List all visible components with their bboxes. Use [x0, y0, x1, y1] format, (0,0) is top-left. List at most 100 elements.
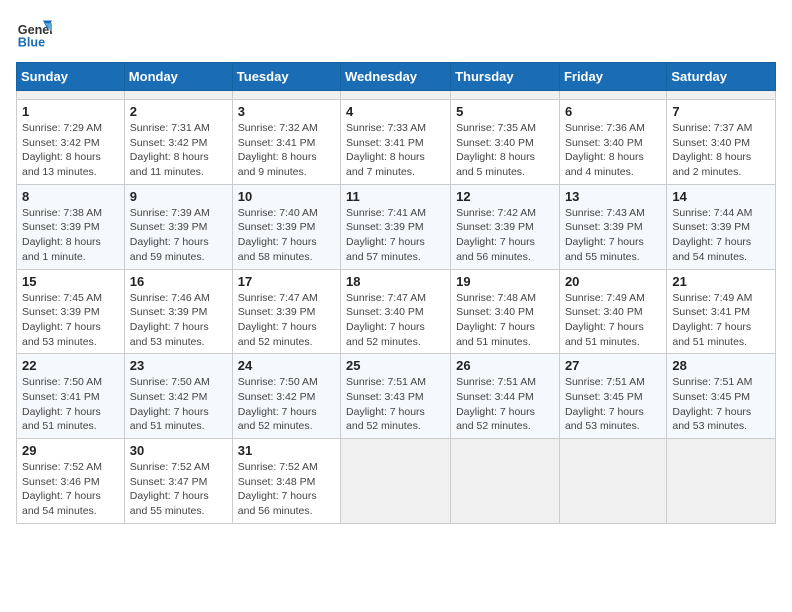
- day-number: 4: [346, 104, 445, 119]
- day-number: 21: [672, 274, 770, 289]
- day-number: 13: [565, 189, 661, 204]
- day-info: Sunrise: 7:37 AMSunset: 3:40 PMDaylight:…: [672, 121, 770, 180]
- day-info: Sunrise: 7:31 AMSunset: 3:42 PMDaylight:…: [130, 121, 227, 180]
- day-info: Sunrise: 7:49 AMSunset: 3:41 PMDaylight:…: [672, 291, 770, 350]
- day-info: Sunrise: 7:29 AMSunset: 3:42 PMDaylight:…: [22, 121, 119, 180]
- day-info: Sunrise: 7:47 AMSunset: 3:40 PMDaylight:…: [346, 291, 445, 350]
- day-number: 30: [130, 443, 227, 458]
- day-cell: 8 Sunrise: 7:38 AMSunset: 3:39 PMDaylight…: [17, 184, 125, 269]
- day-cell: [667, 91, 776, 100]
- day-cell: 27 Sunrise: 7:51 AMSunset: 3:45 PMDayligh…: [559, 354, 666, 439]
- day-number: 3: [238, 104, 335, 119]
- day-cell: [451, 439, 560, 524]
- day-cell: [667, 439, 776, 524]
- day-cell: [232, 91, 340, 100]
- day-cell: 29 Sunrise: 7:52 AMSunset: 3:46 PMDayligh…: [17, 439, 125, 524]
- day-info: Sunrise: 7:51 AMSunset: 3:45 PMDaylight:…: [672, 375, 770, 434]
- day-info: Sunrise: 7:48 AMSunset: 3:40 PMDaylight:…: [456, 291, 554, 350]
- day-info: Sunrise: 7:52 AMSunset: 3:48 PMDaylight:…: [238, 460, 335, 519]
- day-number: 11: [346, 189, 445, 204]
- day-cell: 17Sunrise: 7:47 AMSunset: 3:39 PMDayligh…: [232, 269, 340, 354]
- day-number: 10: [238, 189, 335, 204]
- day-info: Sunrise: 7:40 AMSunset: 3:39 PMDaylight:…: [238, 206, 335, 265]
- day-number: 24: [238, 358, 335, 373]
- day-cell: [559, 439, 666, 524]
- day-info: Sunrise: 7:50 AMSunset: 3:41 PMDaylight:…: [22, 375, 119, 434]
- day-cell: 18Sunrise: 7:47 AMSunset: 3:40 PMDayligh…: [341, 269, 451, 354]
- day-info: Sunrise: 7:52 AMSunset: 3:47 PMDaylight:…: [130, 460, 227, 519]
- day-number: 6: [565, 104, 661, 119]
- day-cell: 15Sunrise: 7:45 AMSunset: 3:39 PMDayligh…: [17, 269, 125, 354]
- day-number: 29: [22, 443, 119, 458]
- logo-icon: General Blue: [16, 16, 52, 52]
- day-cell: 1 Sunrise: 7:29 AMSunset: 3:42 PMDaylight…: [17, 100, 125, 185]
- column-headers-row: SundayMondayTuesdayWednesdayThursdayFrid…: [17, 63, 776, 91]
- day-cell: 30 Sunrise: 7:52 AMSunset: 3:47 PMDayligh…: [124, 439, 232, 524]
- column-header-monday: Monday: [124, 63, 232, 91]
- day-cell: 6 Sunrise: 7:36 AMSunset: 3:40 PMDaylight…: [559, 100, 666, 185]
- day-cell: 13Sunrise: 7:43 AMSunset: 3:39 PMDayligh…: [559, 184, 666, 269]
- day-info: Sunrise: 7:36 AMSunset: 3:40 PMDaylight:…: [565, 121, 661, 180]
- day-info: Sunrise: 7:51 AMSunset: 3:44 PMDaylight:…: [456, 375, 554, 434]
- column-header-saturday: Saturday: [667, 63, 776, 91]
- day-number: 8: [22, 189, 119, 204]
- day-info: Sunrise: 7:49 AMSunset: 3:40 PMDaylight:…: [565, 291, 661, 350]
- day-cell: 19Sunrise: 7:48 AMSunset: 3:40 PMDayligh…: [451, 269, 560, 354]
- day-info: Sunrise: 7:50 AMSunset: 3:42 PMDaylight:…: [130, 375, 227, 434]
- day-info: Sunrise: 7:44 AMSunset: 3:39 PMDaylight:…: [672, 206, 770, 265]
- day-cell: [17, 91, 125, 100]
- day-info: Sunrise: 7:42 AMSunset: 3:39 PMDaylight:…: [456, 206, 554, 265]
- page-header: General Blue: [16, 16, 776, 52]
- day-number: 1: [22, 104, 119, 119]
- day-cell: 16Sunrise: 7:46 AMSunset: 3:39 PMDayligh…: [124, 269, 232, 354]
- day-number: 14: [672, 189, 770, 204]
- day-cell: 21 Sunrise: 7:49 AMSunset: 3:41 PMDayligh…: [667, 269, 776, 354]
- day-info: Sunrise: 7:35 AMSunset: 3:40 PMDaylight:…: [456, 121, 554, 180]
- day-cell: 2Sunrise: 7:31 AMSunset: 3:42 PMDaylight…: [124, 100, 232, 185]
- day-info: Sunrise: 7:52 AMSunset: 3:46 PMDaylight:…: [22, 460, 119, 519]
- week-row-2: 1 Sunrise: 7:29 AMSunset: 3:42 PMDaylight…: [17, 100, 776, 185]
- day-cell: 20Sunrise: 7:49 AMSunset: 3:40 PMDayligh…: [559, 269, 666, 354]
- calendar-body: 1 Sunrise: 7:29 AMSunset: 3:42 PMDaylight…: [17, 91, 776, 524]
- column-header-sunday: Sunday: [17, 63, 125, 91]
- day-info: Sunrise: 7:38 AMSunset: 3:39 PMDaylight:…: [22, 206, 119, 265]
- day-cell: [124, 91, 232, 100]
- week-row-3: 8 Sunrise: 7:38 AMSunset: 3:39 PMDaylight…: [17, 184, 776, 269]
- day-info: Sunrise: 7:32 AMSunset: 3:41 PMDaylight:…: [238, 121, 335, 180]
- day-cell: 31 Sunrise: 7:52 AMSunset: 3:48 PMDayligh…: [232, 439, 340, 524]
- day-cell: 28 Sunrise: 7:51 AMSunset: 3:45 PMDayligh…: [667, 354, 776, 439]
- day-cell: 4Sunrise: 7:33 AMSunset: 3:41 PMDaylight…: [341, 100, 451, 185]
- day-number: 7: [672, 104, 770, 119]
- day-cell: [451, 91, 560, 100]
- day-cell: 7 Sunrise: 7:37 AMSunset: 3:40 PMDaylight…: [667, 100, 776, 185]
- day-number: 31: [238, 443, 335, 458]
- day-number: 26: [456, 358, 554, 373]
- week-row-4: 15Sunrise: 7:45 AMSunset: 3:39 PMDayligh…: [17, 269, 776, 354]
- day-number: 12: [456, 189, 554, 204]
- day-cell: 11Sunrise: 7:41 AMSunset: 3:39 PMDayligh…: [341, 184, 451, 269]
- day-cell: 5 Sunrise: 7:35 AMSunset: 3:40 PMDaylight…: [451, 100, 560, 185]
- day-cell: [559, 91, 666, 100]
- day-info: Sunrise: 7:39 AMSunset: 3:39 PMDaylight:…: [130, 206, 227, 265]
- day-info: Sunrise: 7:51 AMSunset: 3:45 PMDaylight:…: [565, 375, 661, 434]
- day-cell: 10 Sunrise: 7:40 AMSunset: 3:39 PMDayligh…: [232, 184, 340, 269]
- column-header-thursday: Thursday: [451, 63, 560, 91]
- day-cell: 25 Sunrise: 7:51 AMSunset: 3:43 PMDayligh…: [341, 354, 451, 439]
- logo: General Blue: [16, 16, 52, 52]
- day-cell: 9Sunrise: 7:39 AMSunset: 3:39 PMDaylight…: [124, 184, 232, 269]
- day-number: 25: [346, 358, 445, 373]
- day-cell: 14 Sunrise: 7:44 AMSunset: 3:39 PMDayligh…: [667, 184, 776, 269]
- week-row-5: 22Sunrise: 7:50 AMSunset: 3:41 PMDayligh…: [17, 354, 776, 439]
- day-info: Sunrise: 7:51 AMSunset: 3:43 PMDaylight:…: [346, 375, 445, 434]
- week-row-1: [17, 91, 776, 100]
- svg-text:Blue: Blue: [18, 36, 45, 50]
- day-info: Sunrise: 7:50 AMSunset: 3:42 PMDaylight:…: [238, 375, 335, 434]
- day-number: 5: [456, 104, 554, 119]
- day-cell: 3 Sunrise: 7:32 AMSunset: 3:41 PMDaylight…: [232, 100, 340, 185]
- day-number: 23: [130, 358, 227, 373]
- day-info: Sunrise: 7:47 AMSunset: 3:39 PMDaylight:…: [238, 291, 335, 350]
- calendar-table: SundayMondayTuesdayWednesdayThursdayFrid…: [16, 62, 776, 524]
- day-number: 27: [565, 358, 661, 373]
- day-info: Sunrise: 7:45 AMSunset: 3:39 PMDaylight:…: [22, 291, 119, 350]
- day-number: 28: [672, 358, 770, 373]
